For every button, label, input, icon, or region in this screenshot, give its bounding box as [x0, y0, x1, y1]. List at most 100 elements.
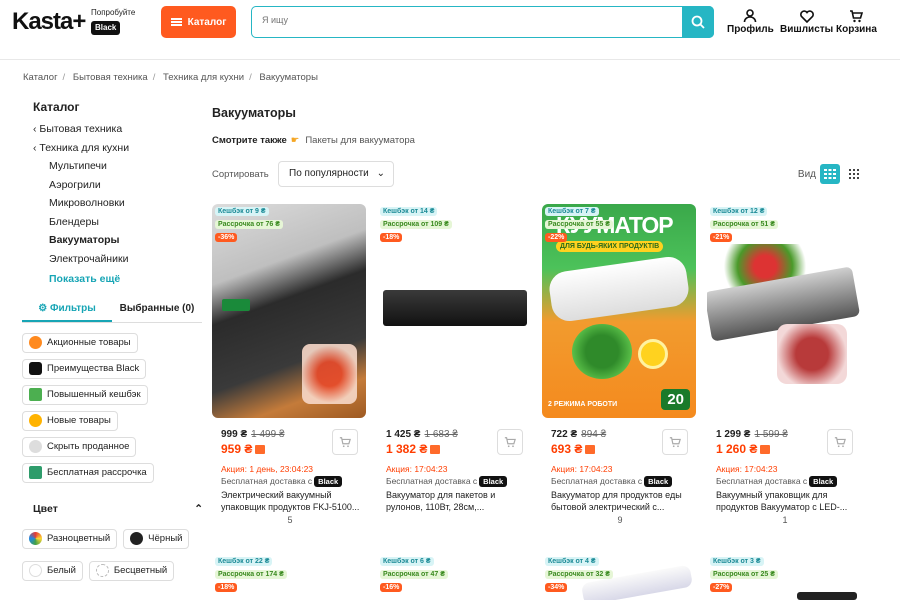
filter-chip[interactable]: Повышенный кешбэк	[22, 384, 148, 405]
category-item[interactable]: Аэрогрили	[49, 176, 202, 195]
category-item[interactable]: Мультипечи	[49, 157, 202, 176]
review-count: 1	[782, 515, 788, 525]
product-name[interactable]: Вакууматор для продуктов еды бытовой эле…	[551, 489, 698, 513]
tab-filters[interactable]: ⚙ Фильтры	[22, 297, 112, 322]
grid-small-view-button[interactable]	[844, 164, 864, 184]
product-card[interactable]: Кешбэк от 14 ₴ Рассрочка от 109 ₴ -18% 1…	[377, 204, 533, 515]
delivery-text: Бесплатная доставка с	[221, 476, 313, 486]
search-bar	[251, 6, 714, 38]
filter-chip[interactable]: Акционные товары	[22, 332, 138, 353]
tree-parent-item[interactable]: ‹ Техника для кухни	[33, 139, 202, 158]
sort-select[interactable]: По популярности ⌄	[278, 161, 394, 187]
product-card[interactable]: Кешбэк от 6 ₴ Рассрочка от 47 ₴ -16%	[377, 554, 533, 600]
product-name[interactable]: Электрический вакуумный упаковщик продук…	[221, 489, 368, 513]
wishlist-button[interactable]: Вишлисты	[780, 8, 833, 35]
grid-large-view-button[interactable]	[820, 164, 840, 184]
pointing-hand-icon: ☛	[290, 135, 300, 146]
discount-badge: -21%	[710, 233, 733, 242]
image-count: 20	[661, 389, 690, 410]
cart-button[interactable]: Корзина	[836, 8, 877, 35]
color-chip[interactable]: Бесцветный	[88, 560, 175, 581]
catalog-button-label: Каталог	[187, 16, 227, 28]
category-item-active[interactable]: Вакууматоры	[49, 231, 202, 250]
category-item[interactable]: Электрочайники	[49, 250, 202, 269]
catalog-button[interactable]: Каталог	[161, 6, 236, 38]
tree-parent-item[interactable]: ‹ Бытовая техника	[33, 120, 202, 139]
delivery-text: Бесплатная доставка с	[386, 476, 478, 486]
add-to-cart-button[interactable]	[332, 429, 358, 455]
meat-bag-icon	[777, 324, 847, 384]
kasta-logo[interactable]: Kasta+	[12, 8, 86, 36]
add-to-cart-button[interactable]	[662, 429, 688, 455]
sale-price: 959 ₴	[221, 442, 253, 456]
sidebar-title: Каталог	[33, 100, 80, 114]
product-image[interactable]: Кешбэк от 3 ₴ Рассрочка от 25 ₴ -27%	[707, 554, 861, 600]
installment-badge: Рассрочка от 25 ₴	[710, 570, 778, 579]
fire-icon	[29, 336, 42, 349]
chip-label: Повышенный кешбэк	[47, 389, 141, 400]
category-item[interactable]: Микроволновки	[49, 194, 202, 213]
product-card[interactable]: КУУМАТОР ДЛЯ БУДЬ-ЯКИХ ПРОДУКТІВ 20 2 РЕ…	[542, 204, 698, 525]
promo-timer: Акция: 17:04:23	[386, 464, 448, 474]
product-card[interactable]: Кешбэк от 22 ₴ Рассрочка от 174 ₴ -18%	[212, 554, 368, 600]
filter-chip[interactable]: Преимущества Black	[22, 358, 147, 379]
search-button[interactable]	[682, 6, 714, 38]
delivery-info: Бесплатная доставка с Black	[551, 476, 698, 487]
color-chip[interactable]: Белый	[22, 560, 83, 581]
filter-chip[interactable]: Новые товары	[22, 410, 118, 431]
product-card[interactable]: Кешбэк от 9 ₴ Рассрочка от 76 ₴ -36% 999…	[212, 204, 368, 525]
display-icon	[222, 299, 250, 311]
tab-selected[interactable]: Выбранные (0)	[112, 297, 202, 322]
see-also-link[interactable]: Пакеты для вакууматора	[305, 135, 415, 146]
show-more-link[interactable]: Показать ещё	[49, 270, 202, 289]
product-image[interactable]: Кешбэк от 4 ₴ Рассрочка от 32 ₴ -34%	[542, 554, 696, 600]
header: Kasta+ Попробуйте Black Каталог Профиль …	[0, 0, 900, 60]
product-name[interactable]: Вакуумный упаковщик для продуктов Вакуум…	[716, 489, 863, 513]
installment-badge: Рассрочка от 51 ₴	[710, 220, 778, 229]
product-card[interactable]: Кешбэк от 12 ₴ Рассрочка от 51 ₴ -21% 1 …	[707, 204, 863, 525]
product-image[interactable]: Кешбэк от 6 ₴ Рассрочка от 47 ₴ -16%	[377, 554, 531, 600]
product-name[interactable]: Вакууматор для пакетов и рулонов, 110Вт,…	[386, 489, 533, 513]
card-icon	[29, 466, 42, 479]
profile-button[interactable]: Профиль	[727, 8, 774, 35]
color-chip[interactable]: Разноцветный	[22, 528, 118, 549]
delivery-text: Бесплатная доставка с	[551, 476, 643, 486]
food-bag-icon	[302, 344, 357, 404]
breadcrumb-item[interactable]: Бытовая техника	[73, 72, 148, 83]
filter-chip[interactable]: Скрыть проданное	[22, 436, 137, 457]
search-input[interactable]	[262, 15, 662, 25]
delivery-text: Бесплатная доставка с	[716, 476, 808, 486]
cashback-badge: Кешбэк от 12 ₴	[710, 207, 768, 216]
add-to-cart-button[interactable]	[497, 429, 523, 455]
product-image[interactable]: КУУМАТОР ДЛЯ БУДЬ-ЯКИХ ПРОДУКТІВ 20 2 РЕ…	[542, 204, 696, 418]
chip-label: Скрыть проданное	[47, 441, 130, 452]
color-chip[interactable]: Чёрный	[123, 528, 190, 549]
product-image[interactable]: Кешбэк от 14 ₴ Рассрочка от 109 ₴ -18%	[377, 204, 531, 418]
delivery-info: Бесплатная доставка с Black	[386, 476, 533, 487]
color-filter-header[interactable]: Цвет ⌃	[33, 503, 203, 515]
cashback-badge: Кешбэк от 14 ₴	[380, 207, 438, 216]
product-image[interactable]: Кешбэк от 9 ₴ Рассрочка от 76 ₴ -36%	[212, 204, 366, 418]
breadcrumb-item[interactable]: Каталог	[23, 72, 58, 83]
black-promo[interactable]: Попробуйте Black	[91, 8, 135, 35]
chip-label: Акционные товары	[47, 337, 131, 348]
image-subheadline: ДЛЯ БУДЬ-ЯКИХ ПРОДУКТІВ	[556, 241, 664, 252]
sort-value: По популярности	[289, 168, 369, 179]
transparent-swatch-icon	[95, 564, 109, 577]
regular-price: 1 425 ₴	[386, 429, 421, 440]
discount-badge: -16%	[380, 583, 403, 592]
product-image[interactable]: Кешбэк от 12 ₴ Рассрочка от 51 ₴ -21%	[707, 204, 861, 418]
breadcrumb-item[interactable]: Техника для кухни	[163, 72, 244, 83]
vacuum-sealer-device-icon	[547, 254, 691, 324]
add-to-cart-button[interactable]	[827, 429, 853, 455]
product-image[interactable]: Кешбэк от 22 ₴ Рассрочка от 174 ₴ -18%	[212, 554, 366, 600]
cart-icon	[669, 437, 681, 448]
product-card[interactable]: Кешбэк от 3 ₴ Рассрочка от 25 ₴ -27%	[707, 554, 863, 600]
flag-icon	[760, 445, 771, 454]
heart-icon	[799, 9, 814, 23]
promo-try-text: Попробуйте	[91, 8, 136, 17]
product-card[interactable]: Кешбэк от 4 ₴ Рассрочка от 32 ₴ -34%	[542, 554, 698, 600]
filter-tabs: ⚙ Фильтры Выбранные (0)	[22, 297, 202, 323]
filter-chip[interactable]: Бесплатная рассрочка	[22, 462, 154, 483]
category-item[interactable]: Блендеры	[49, 213, 202, 232]
